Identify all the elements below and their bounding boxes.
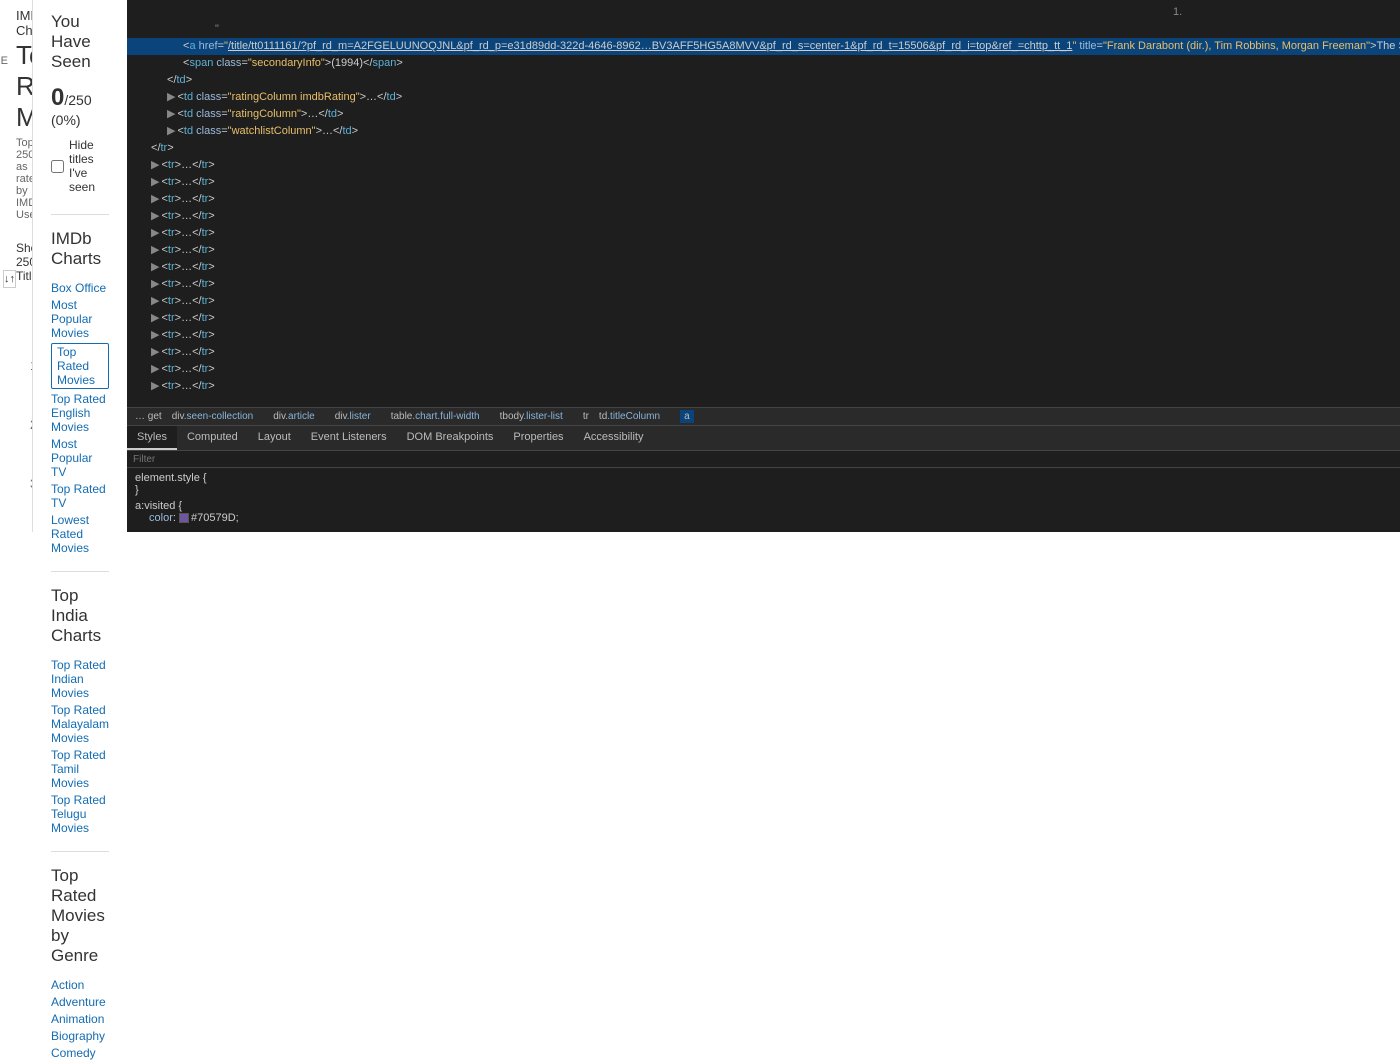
share-button[interactable]: < SHARE [0,30,8,67]
sidebar-link[interactable]: Top Rated Indian Movies [51,658,109,700]
genre-group: Top Rated Movies by Genre Action Adventur… [51,851,109,1064]
sidebar-link[interactable]: Adventure [51,995,109,1009]
main-content: IMDb Charts Top Rated Movies Top 250 as … [0,0,32,532]
devtools-tabs: StylesComputedLayoutEvent ListenersDOM B… [127,425,1400,451]
devtools-panel: 1. " <a href="/title/tt0111161/?pf_rd_m=… [127,0,1400,532]
breadcrumb-path[interactable]: … get div.seen-collection div.article div.l… [127,407,1400,425]
sidebar-link[interactable]: Top Rated Malayalam Movies [51,703,109,745]
crumb-item[interactable]: table.chart.full-width [391,411,490,422]
tree-row[interactable]: ▶<tr>…</tr> [127,293,1400,310]
india-charts-group: Top India Charts Top Rated Indian Movies… [51,571,109,835]
devtools-tab[interactable]: Event Listeners [301,426,397,450]
tree-row[interactable]: ▶<tr>…</tr> [127,157,1400,174]
devtools-tab[interactable]: Properties [503,426,573,450]
tree-row[interactable]: ▶<tr>…</tr> [127,191,1400,208]
crumb-item[interactable]: td.titleColumn [599,411,670,422]
hide-seen-row: Hide titles I've seen [51,138,109,194]
styles-filter-row: :hov .cls + ⋮ [127,451,1400,468]
devtools-tab[interactable]: Styles [127,426,177,450]
sidebar-link[interactable]: Action [51,978,109,992]
hide-seen-label: Hide titles I've seen [69,138,109,194]
devtools-tab[interactable]: Computed [177,426,248,450]
sidebar-link[interactable]: Animation [51,1012,109,1026]
devtools-tab[interactable]: Accessibility [574,426,654,450]
imdb-charts-group: IMDb Charts Box Office Most Popular Movie… [51,214,109,555]
sidebar-link[interactable]: Box Office [51,281,109,295]
crumb-item[interactable]: tr [583,411,589,422]
elements-tree[interactable]: 1. " <a href="/title/tt0111161/?pf_rd_m=… [127,0,1400,407]
tree-row[interactable]: ▶<tr>…</tr> [127,208,1400,225]
crumb-item[interactable]: div.seen-collection [172,411,264,422]
tree-row[interactable]: ▶<tr>…</tr> [127,174,1400,191]
sidebar-link[interactable]: Top Rated Telugu Movies [51,793,109,835]
crumb-item[interactable]: tbody.lister-list [500,411,573,422]
crumb-item[interactable]: div.lister [335,411,381,422]
seen-heading: You Have Seen [51,12,109,72]
color-swatch[interactable] [179,513,189,523]
rank-number: 3. [30,476,32,491]
crumb-item[interactable]: div.article [273,411,325,422]
share-label: SHARE [0,55,8,67]
sidebar-link[interactable]: Comedy [51,1046,109,1060]
selected-element[interactable]: <a href="/title/tt0111161/?pf_rd_m=A2FGE… [127,38,1400,55]
tree-row[interactable]: ▶<tr>…</tr> [127,276,1400,293]
sidebar-link[interactable]: Biography [51,1029,109,1043]
sidebar-link[interactable]: Lowest Rated Movies [51,513,109,555]
share-icon: < [0,30,8,53]
styles-pane[interactable]: element.style {} 2zfl3$mv1XMg6a9.css:24 … [127,468,1400,532]
hide-seen-checkbox[interactable] [51,160,64,173]
tree-row[interactable]: ▶<tr>…</tr> [127,242,1400,259]
sidebar: You Have Seen 0/250 (0%) Hide titles I'v… [32,0,127,532]
tree-row[interactable]: ▶<tr>…</tr> [127,361,1400,378]
devtools-tab[interactable]: DOM Breakpoints [397,426,504,450]
crumb-item[interactable]: a [680,410,694,423]
crumb-item[interactable]: … get [135,411,162,422]
sidebar-link[interactable]: Crime [51,1063,109,1064]
tree-row[interactable]: ▶<tr>…</tr> [127,259,1400,276]
sidebar-link[interactable]: Top Rated Movies [51,343,109,389]
seen-count: 0/250 (0%) [51,84,109,128]
india-heading: Top India Charts [51,586,109,646]
sort-direction-toggle[interactable]: ↓↑ [3,270,16,288]
tree-row[interactable]: ▶<tr>…</tr> [127,378,1400,395]
sidebar-link[interactable]: Top Rated English Movies [51,392,109,434]
tree-row[interactable]: ▶<tr>…</tr> [127,327,1400,344]
sidebar-link[interactable]: Top Rated TV [51,482,109,510]
charts-heading: IMDb Charts [51,229,109,269]
sidebar-link[interactable]: Most Popular TV [51,437,109,479]
styles-filter-input[interactable] [133,454,1400,465]
genre-heading: Top Rated Movies by Genre [51,866,109,966]
sidebar-link[interactable]: Top Rated Tamil Movies [51,748,109,790]
devtools-tab[interactable]: Layout [248,426,301,450]
rank-number: 2. [30,417,32,432]
tree-row[interactable]: ▶<tr>…</tr> [127,344,1400,361]
rank-number: 1. [30,358,32,373]
tree-row[interactable]: ▶<tr>…</tr> [127,310,1400,327]
tree-row[interactable]: ▶<tr>…</tr> [127,225,1400,242]
sidebar-link[interactable]: Most Popular Movies [51,298,109,340]
